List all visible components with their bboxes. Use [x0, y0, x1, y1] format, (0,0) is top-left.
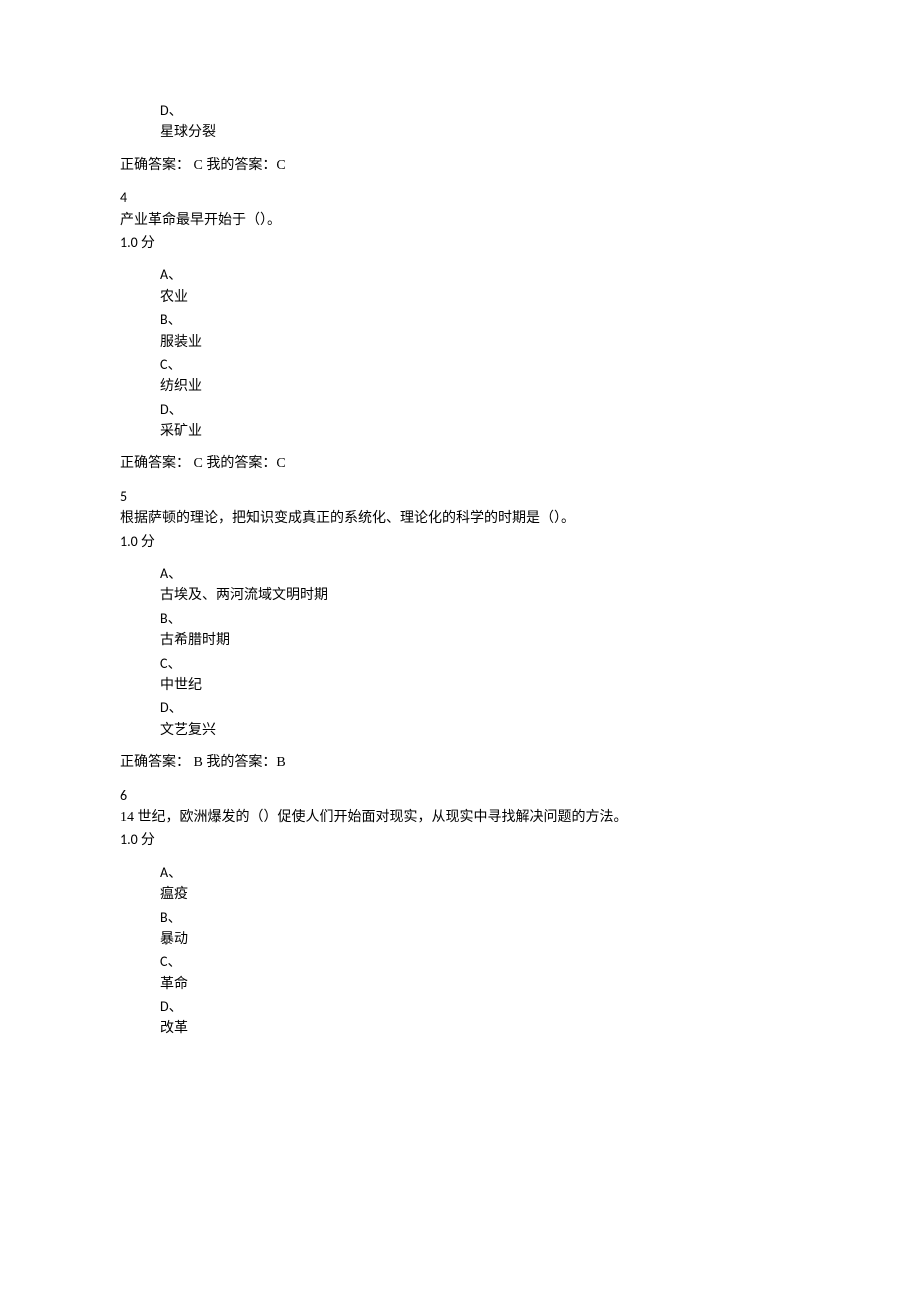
q4-answer: 正确答案： C 我的答案：C	[120, 453, 800, 475]
option-letter: D、	[160, 100, 800, 122]
question-5: 5 根据萨顿的理论，把知识变成真正的系统化、理论化的科学的时期是（）。 1.0 …	[120, 486, 800, 775]
page: D、 星球分裂 正确答案： C 我的答案：C 4 产业革命最早开始于（）。 1.…	[0, 0, 920, 1302]
question-number: 4	[120, 187, 800, 209]
option-letter: B、	[160, 309, 800, 331]
question-4: 4 产业革命最早开始于（）。 1.0 分 A、 农业 B、 服装业 C、 纺织业…	[120, 187, 800, 476]
question-score: 1.0 分	[120, 232, 800, 254]
option-text: 暴动	[160, 929, 800, 951]
option-letter: C、	[160, 354, 800, 376]
q5-answer: 正确答案： B 我的答案：B	[120, 752, 800, 774]
question-stem: 14 世纪，欧洲爆发的（）促使人们开始面对现实，从现实中寻找解决问题的方法。	[120, 807, 800, 829]
question-stem: 根据萨顿的理论，把知识变成真正的系统化、理论化的科学的时期是（）。	[120, 508, 800, 530]
option-letter: B、	[160, 608, 800, 630]
q3-option-d: D、 星球分裂	[160, 100, 800, 145]
option-letter: B、	[160, 907, 800, 929]
question-number: 6	[120, 785, 800, 807]
option-text: 瘟疫	[160, 884, 800, 906]
option-letter: D、	[160, 996, 800, 1018]
question-score: 1.0 分	[120, 829, 800, 851]
option-letter: A、	[160, 264, 800, 286]
option-text: 古希腊时期	[160, 630, 800, 652]
option-text: 中世纪	[160, 675, 800, 697]
option-letter: A、	[160, 862, 800, 884]
option-text: 农业	[160, 287, 800, 309]
option-letter: C、	[160, 653, 800, 675]
option-letter: D、	[160, 399, 800, 421]
option-text: 文艺复兴	[160, 720, 800, 742]
option-text: 纺织业	[160, 376, 800, 398]
question-6: 6 14 世纪，欧洲爆发的（）促使人们开始面对现实，从现实中寻找解决问题的方法。…	[120, 785, 800, 1041]
question-score: 1.0 分	[120, 531, 800, 553]
option-text: 服装业	[160, 332, 800, 354]
option-text: 革命	[160, 974, 800, 996]
option-letter: C、	[160, 951, 800, 973]
option-text: 星球分裂	[160, 122, 800, 144]
option-text: 改革	[160, 1018, 800, 1040]
option-text: 古埃及、两河流域文明时期	[160, 585, 800, 607]
question-number: 5	[120, 486, 800, 508]
question-stem: 产业革命最早开始于（）。	[120, 210, 800, 232]
q3-answer: 正确答案： C 我的答案：C	[120, 155, 800, 177]
option-letter: A、	[160, 563, 800, 585]
option-letter: D、	[160, 697, 800, 719]
option-text: 采矿业	[160, 421, 800, 443]
